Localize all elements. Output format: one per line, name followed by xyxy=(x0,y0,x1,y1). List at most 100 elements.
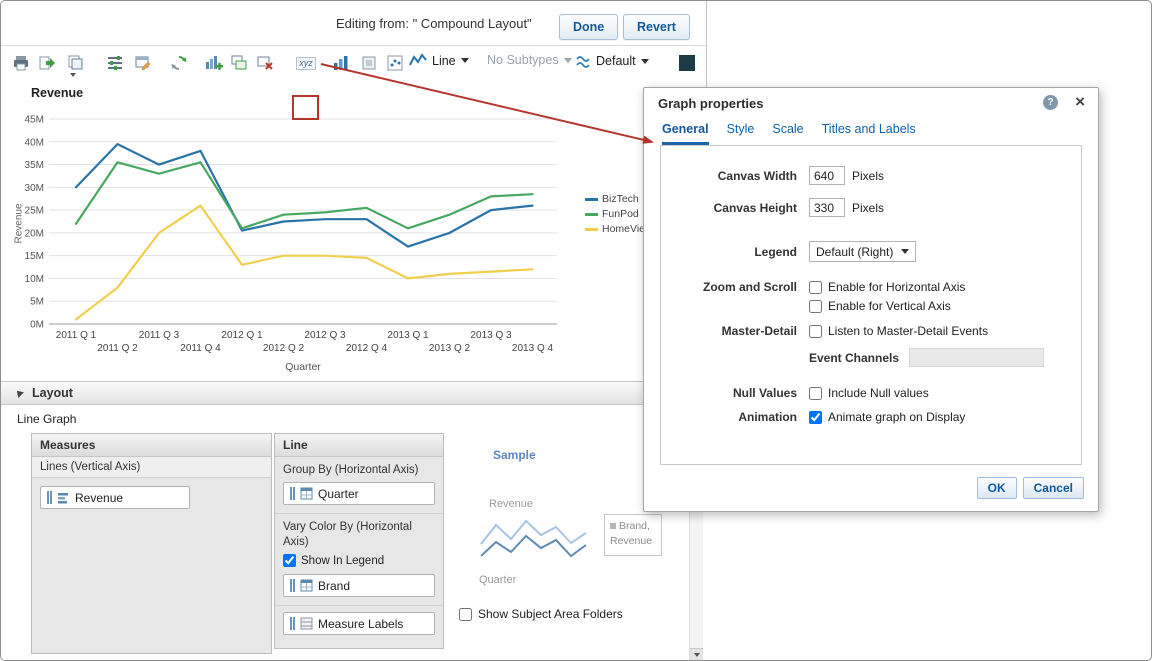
zoom-vertical-checkbox[interactable]: Enable for Vertical Axis xyxy=(809,299,965,313)
export-icon[interactable] xyxy=(35,51,59,75)
sample-legend: Brand, Revenue xyxy=(604,514,662,556)
view-type-label: Line Graph xyxy=(17,412,77,426)
measure-labels-pill[interactable]: Measure Labels xyxy=(283,612,435,636)
tab-titles-and-labels[interactable]: Titles and Labels xyxy=(822,122,916,145)
svg-text:5M: 5M xyxy=(30,297,44,308)
chevron-down-icon xyxy=(901,249,910,254)
dialog-general-content: Canvas Width Pixels Canvas Height Pixels… xyxy=(660,145,1082,465)
canvas-width-input[interactable] xyxy=(809,166,845,185)
layout-panel-body: Line Graph Measures Lines (Vertical Axis… xyxy=(1,406,707,660)
remove-view-icon[interactable] xyxy=(253,51,277,75)
line-graph-icon xyxy=(409,53,427,66)
show-in-legend-label: Show In Legend xyxy=(301,554,385,567)
bar-chart-icon[interactable] xyxy=(329,51,353,75)
measure-labels-pill-label: Measure Labels xyxy=(318,616,404,631)
ok-button[interactable]: OK xyxy=(976,477,1017,499)
vary-color-pill-label: Brand xyxy=(318,578,351,593)
master-detail-checkbox[interactable]: Listen to Master-Detail Events xyxy=(809,324,988,338)
edit-view-icon[interactable] xyxy=(131,51,155,75)
measure-pill-revenue[interactable]: Revenue xyxy=(40,486,190,509)
line-panel: Line Group By (Horizontal Axis) Quarter … xyxy=(274,433,444,649)
done-button[interactable]: Done xyxy=(559,14,619,40)
group-by-pill-label: Quarter xyxy=(318,486,359,501)
canvas-height-input[interactable] xyxy=(809,198,845,217)
help-icon[interactable]: ? xyxy=(1043,95,1058,110)
scatter-select-icon[interactable] xyxy=(383,51,407,75)
graph-type-label: Line xyxy=(432,53,456,68)
sample-title: Sample xyxy=(493,448,536,462)
measure-icon xyxy=(58,493,68,504)
layout-panel-header[interactable]: Layout xyxy=(1,381,707,405)
canvas-height-label: Canvas Height xyxy=(713,200,797,215)
svg-text:20M: 20M xyxy=(25,228,44,239)
vary-color-by-label: Vary Color By (Horizontal Axis) xyxy=(283,521,412,548)
print-icon[interactable] xyxy=(9,51,33,75)
style-wave-icon xyxy=(576,56,590,68)
svg-text:2011 Q 3: 2011 Q 3 xyxy=(139,330,180,341)
color-swatch-icon[interactable] xyxy=(675,51,699,75)
svg-text:2011 Q 2: 2011 Q 2 xyxy=(97,343,138,354)
save-view-caret-icon[interactable] xyxy=(70,73,76,77)
layout-panel: Layout Line Graph Measures Lines (Vertic… xyxy=(1,381,707,660)
svg-text:2011 Q 1: 2011 Q 1 xyxy=(56,330,97,341)
save-view-icon[interactable] xyxy=(63,51,87,75)
canvas-height-unit: Pixels xyxy=(852,200,885,215)
master-detail-check-label: Listen to Master-Detail Events xyxy=(828,324,989,338)
revenue-line-chart: 0M5M10M15M20M25M30M35M40M45M2011 Q 12011… xyxy=(25,115,557,373)
show-in-legend-checkbox[interactable]: Show In Legend xyxy=(283,554,435,568)
group-by-label: Group By (Horizontal Axis) xyxy=(283,464,419,476)
revert-button[interactable]: Revert xyxy=(623,14,690,40)
lines-vertical-axis-label: Lines (Vertical Axis) xyxy=(32,457,271,478)
chart-region: Revenue Revenue 0M 5M 10M 15M 20M 25M 30M 35M 40… xyxy=(1,81,707,381)
vary-color-pill-brand[interactable]: Brand xyxy=(283,574,435,598)
new-view-icon[interactable] xyxy=(201,51,225,75)
event-channels-label: Event Channels xyxy=(809,350,900,365)
graph-subtype-dropdown: No Subtypes xyxy=(487,53,572,67)
app-window: Editing from: " Compound Layout" Done Re… xyxy=(0,0,1152,661)
legend-select[interactable]: Default (Right) xyxy=(809,241,917,262)
legend-label: Legend xyxy=(754,244,797,259)
drag-handle-icon xyxy=(290,579,295,593)
animation-check-label: Animate graph on Display xyxy=(828,410,966,424)
zoom-frame-icon[interactable] xyxy=(357,51,381,75)
column-icon xyxy=(300,579,313,592)
zoom-horizontal-checkbox[interactable]: Enable for Horizontal Axis xyxy=(809,280,965,294)
zoom-vertical-label: Enable for Vertical Axis xyxy=(828,299,951,313)
graph-properties-dialog: Graph properties ? × General Style Scale Ti… xyxy=(643,87,1099,512)
null-values-checkbox[interactable]: Include Null values xyxy=(809,386,929,400)
chevron-down-icon xyxy=(460,58,469,63)
sample-chart xyxy=(480,519,587,558)
chevron-down-icon xyxy=(640,58,649,64)
graph-type-dropdown[interactable]: Line xyxy=(409,53,469,68)
scroll-down-button[interactable] xyxy=(690,648,703,660)
duplicate-view-icon[interactable] xyxy=(227,51,251,75)
svg-text:40M: 40M xyxy=(25,137,44,148)
layout-panel-title: Layout xyxy=(32,386,73,400)
cancel-button[interactable]: Cancel xyxy=(1022,477,1084,499)
zoom-horizontal-label: Enable for Horizontal Axis xyxy=(828,280,966,294)
refresh-icon[interactable] xyxy=(167,51,191,75)
chevron-down-icon xyxy=(563,57,572,63)
tab-style[interactable]: Style xyxy=(727,122,755,145)
tab-scale[interactable]: Scale xyxy=(772,122,803,145)
tab-general[interactable]: General xyxy=(662,122,709,145)
graph-properties-button[interactable]: xyz xyxy=(294,51,318,75)
svg-text:2013 Q 4: 2013 Q 4 xyxy=(512,343,554,354)
dialog-header: Graph properties ? × xyxy=(644,88,1098,118)
svg-text:25M: 25M xyxy=(25,206,44,217)
drag-handle-icon xyxy=(290,487,295,501)
svg-text:2012 Q 1: 2012 Q 1 xyxy=(221,330,263,341)
measures-panel: Measures Lines (Vertical Axis) Revenue xyxy=(31,433,272,654)
analysis-properties-icon[interactable] xyxy=(103,51,127,75)
svg-text:Quarter: Quarter xyxy=(285,361,321,373)
drag-handle-icon xyxy=(290,617,295,631)
style-dropdown[interactable]: Default xyxy=(575,53,649,69)
svg-text:2012 Q 4: 2012 Q 4 xyxy=(346,343,388,354)
show-subject-area-folders-checkbox[interactable]: Show Subject Area Folders xyxy=(459,607,623,621)
null-values-label: Null Values xyxy=(732,386,797,400)
close-icon[interactable]: × xyxy=(1075,92,1085,112)
svg-text:35M: 35M xyxy=(25,160,44,171)
group-by-pill-quarter[interactable]: Quarter xyxy=(283,482,435,506)
animation-checkbox[interactable]: Animate graph on Display xyxy=(809,410,965,424)
scroll-down-icon xyxy=(693,653,700,657)
